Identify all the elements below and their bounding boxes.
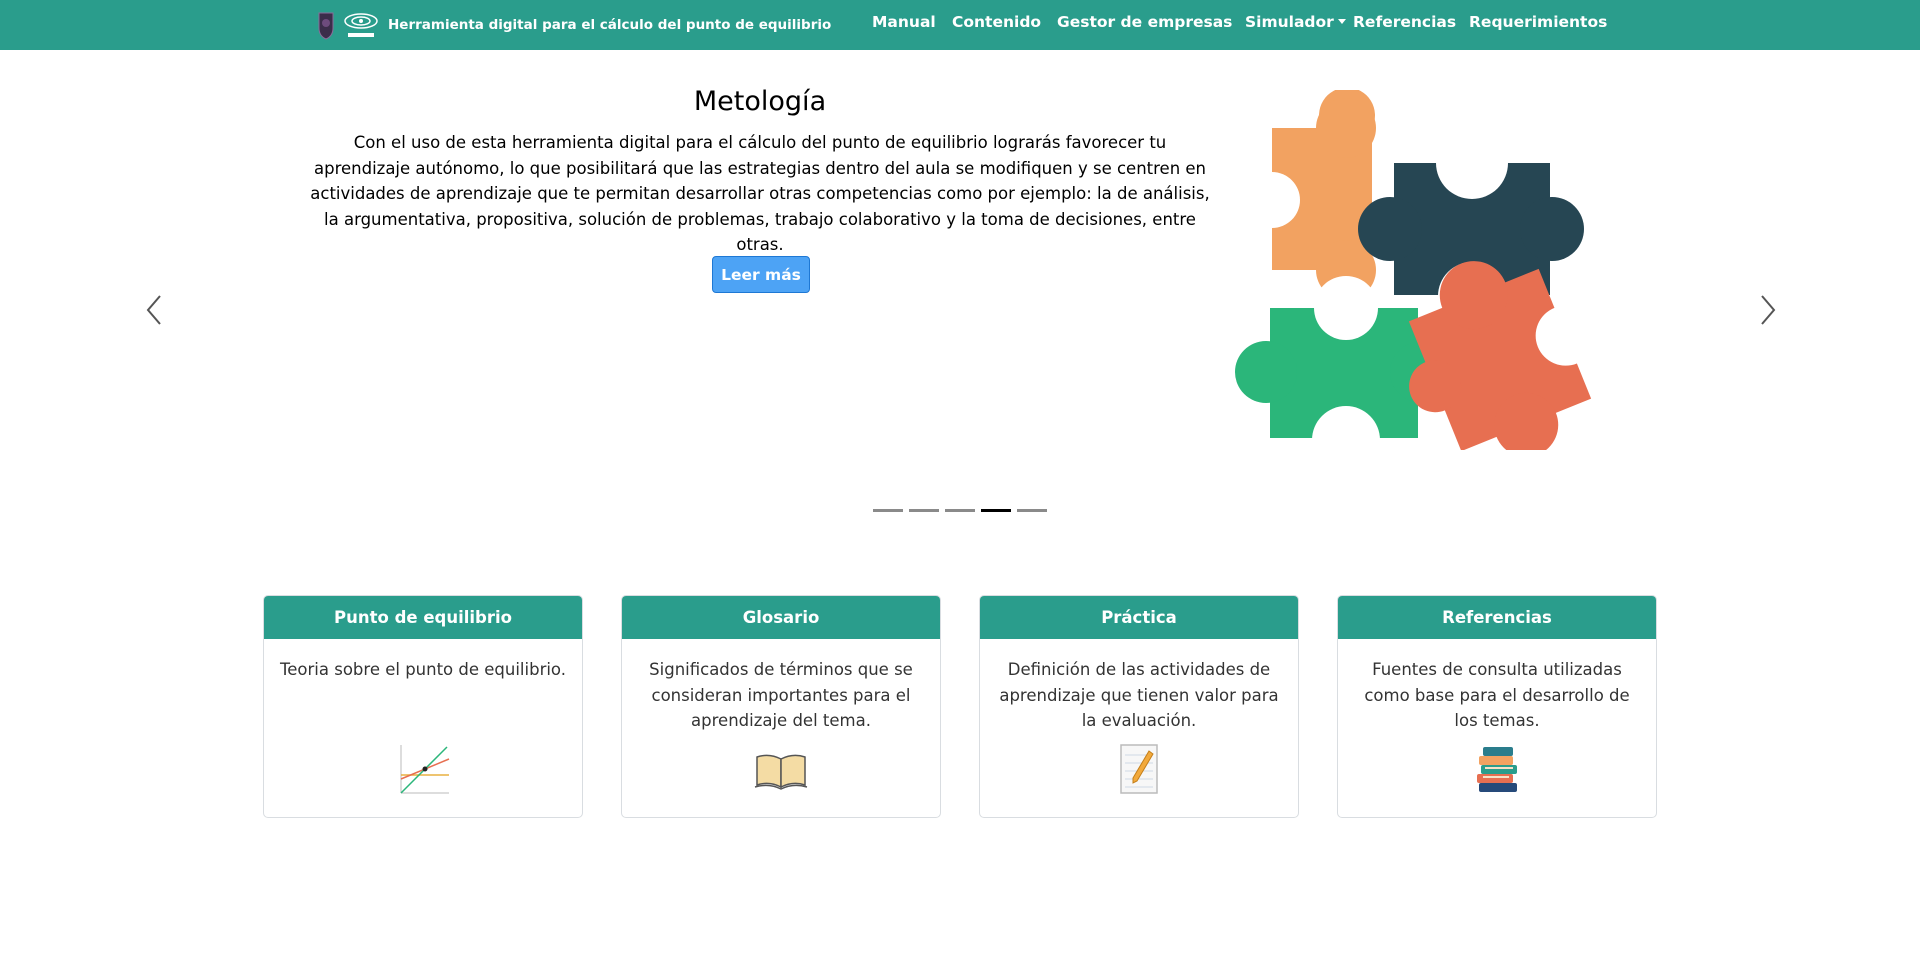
carousel-indicator-1[interactable] [873,509,903,512]
open-book-icon[interactable] [753,743,809,795]
nav-referencias[interactable]: Referencias [1353,13,1456,31]
card-title[interactable]: Punto de equilibrio [264,596,582,639]
read-more-button[interactable]: Leer más [712,256,810,293]
card-title[interactable]: Práctica [980,596,1298,639]
book-stack-icon[interactable] [1469,743,1525,795]
equilibrium-chart-icon[interactable] [395,743,451,795]
nav-simulador-dropdown[interactable]: Simulador [1245,13,1346,31]
nav-contenido[interactable]: Contenido [952,13,1041,31]
chevron-left-icon[interactable] [140,290,170,330]
chevron-right-icon[interactable] [1752,290,1782,330]
carousel-indicator-3[interactable] [945,509,975,512]
nav-requerimientos[interactable]: Requerimientos [1469,13,1607,31]
card-text: Teoria sobre el punto de equilibrio. [279,660,566,679]
carousel-indicator-2[interactable] [909,509,939,512]
card-punto-de-equilibrio: Punto de equilibrio Teoria sobre el punt… [263,595,583,818]
notepad-pencil-icon[interactable] [1111,743,1167,795]
navbar: Herramienta digital para el cálculo del … [0,0,1920,50]
carousel-indicators [0,509,1920,517]
nav-simulador-label: Simulador [1245,13,1334,31]
slide-title: Metología [693,86,827,117]
nav-gestor-de-empresas[interactable]: Gestor de empresas [1057,13,1232,31]
card-text: Fuentes de consulta utilizadas como base… [1364,660,1630,730]
card-practica: Práctica Definición de las actividades d… [979,595,1299,818]
carousel-indicator-5[interactable] [1017,509,1047,512]
card-text: Significados de términos que se consider… [649,660,913,730]
nav-manual[interactable]: Manual [872,13,936,31]
caret-down-icon [1337,19,1346,24]
carousel: Metología Con el uso de esta herramienta… [0,50,1920,520]
slide-description: Con el uso de esta herramienta digital p… [310,133,1210,254]
card-referencias: Referencias Fuentes de consulta utilizad… [1337,595,1657,818]
card-title[interactable]: Glosario [622,596,940,639]
card-glosario: Glosario Significados de términos que se… [621,595,941,818]
card-title[interactable]: Referencias [1338,596,1656,639]
card-text: Definición de las actividades de aprendi… [999,660,1279,730]
puzzle-pieces-image [1235,90,1596,450]
nav-menu: Manual Contenido Gestor de empresas Simu… [0,13,1920,37]
carousel-indicator-4[interactable] [981,509,1011,512]
